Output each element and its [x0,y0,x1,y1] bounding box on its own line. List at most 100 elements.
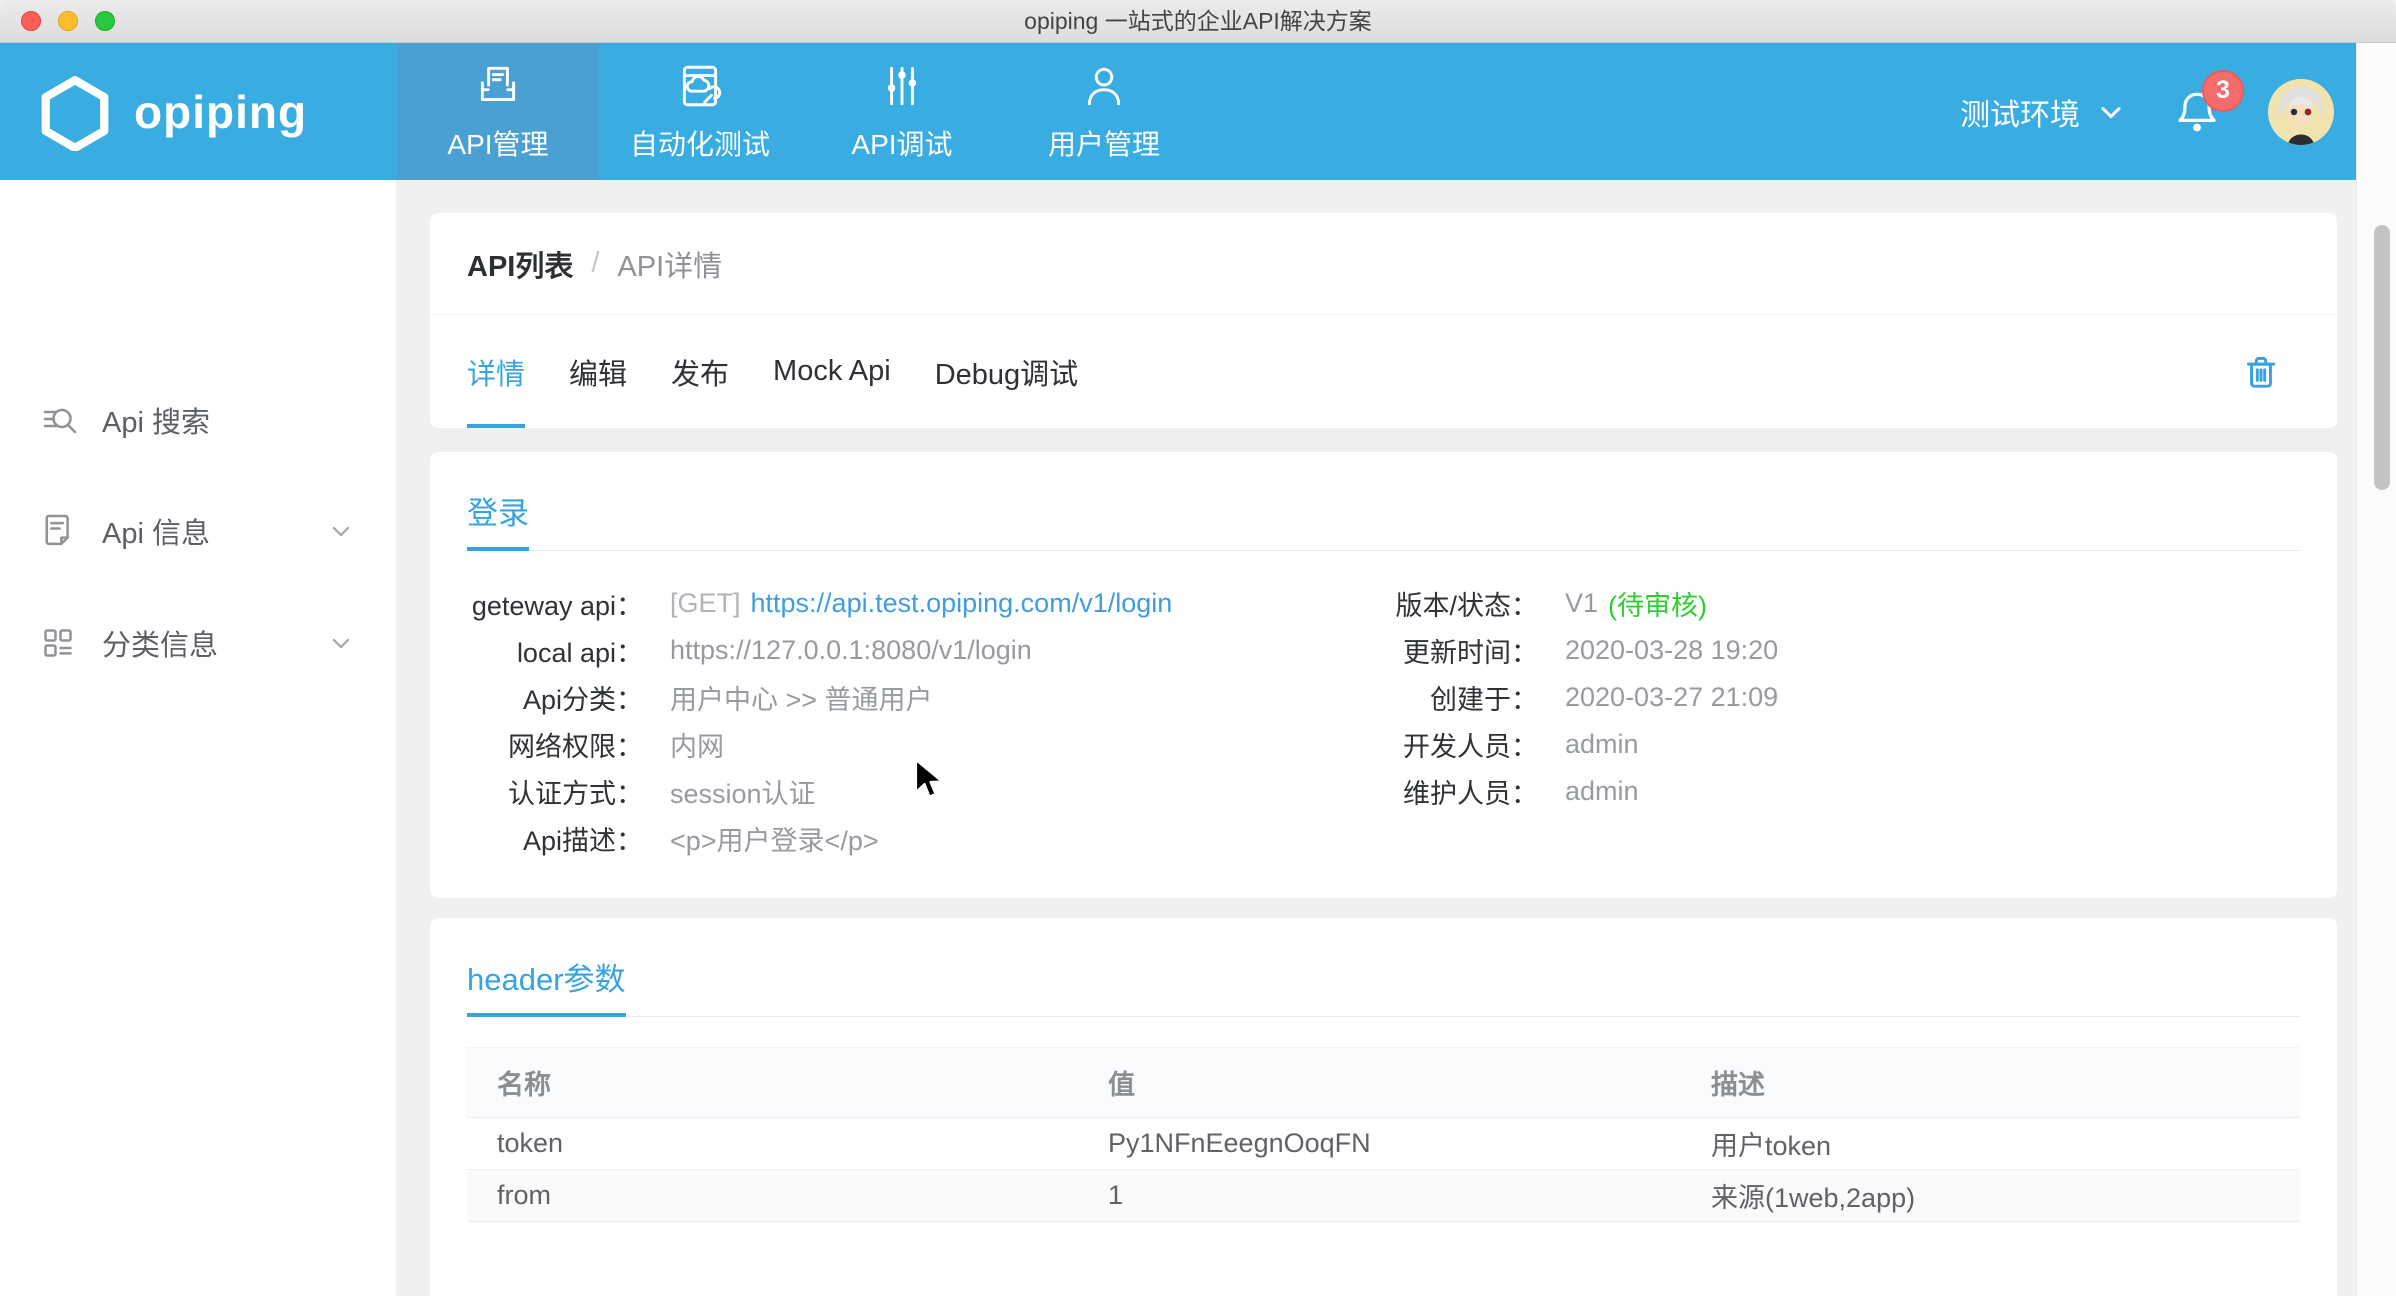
nav-item-auto-test[interactable]: 自动化测试 [599,43,801,180]
field-maintainer: 维护人员： admin [1320,768,1778,815]
field-local-api: local api： https://127.0.0.1:8080/v1/log… [467,627,1172,674]
table-header-row: 名称 值 描述 [467,1048,2300,1118]
table-row: from 1 来源(1web,2app) [467,1170,2300,1222]
tab-edit[interactable]: 编辑 [569,315,627,428]
api-manage-icon [473,61,523,111]
detail-fields-right: 版本/状态： V1 (待审核) 更新时间： 2020-03-28 19:20 创… [1320,580,1778,815]
api-detail-card: 登录 geteway api： [GET] https://api.test.op… [430,452,2337,898]
tab-mock-api[interactable]: Mock Api [773,315,891,428]
http-method: [GET] [670,588,741,618]
field-version-status: 版本/状态： V1 (待审核) [1320,580,1778,627]
field-label: 更新时间： [1320,631,1538,670]
avatar[interactable] [2268,79,2334,145]
column-header-description: 描述 [1681,1048,2300,1118]
app-header: opiping API管理 [0,43,2396,180]
trash-icon [2240,351,2282,393]
field-label: 网络权限： [467,725,643,764]
param-description: 用户token [1681,1118,2300,1170]
header-params-card: header参数 名称 值 描述 token Py1NFnEeegnOoqFN … [430,918,2337,1296]
field-label: local api： [467,631,643,670]
field-value: https://127.0.0.1:8080/v1/login [670,635,1032,666]
api-search-icon [38,400,78,440]
tab-publish[interactable]: 发布 [671,315,729,428]
api-name-title: 登录 [467,488,529,533]
version-value: V1 [1565,588,1598,619]
param-name: token [467,1118,1078,1170]
main-content: API列表 / API详情 详情 编辑 发布 Mock Api Debug调试 [397,180,2356,1296]
logo-text: opiping [134,85,307,139]
sidebar-item-label: Api 信息 [102,510,210,552]
field-label: 维护人员： [1320,772,1538,811]
status-badge: (待审核) [1608,584,1707,623]
nav-label: API管理 [447,123,548,163]
app-window: opiping 一站式的企业API解决方案 opiping [0,0,2396,1296]
field-label: Api分类： [467,678,643,717]
field-label: geteway api： [467,584,643,623]
nav-label: 用户管理 [1048,123,1160,163]
env-label: 测试环境 [1960,90,2080,134]
top-nav: API管理 自动化测试 [397,43,1205,180]
nav-label: 自动化测试 [630,123,770,163]
param-value: 1 [1078,1170,1681,1222]
header-right: 测试环境 3 [1960,43,2334,180]
header-params-title: header参数 [467,954,626,999]
tab-debug[interactable]: Debug调试 [935,315,1078,428]
auto-test-icon [675,61,725,111]
api-debug-icon [877,61,927,111]
sidebar-item-label: 分类信息 [102,622,218,664]
detail-fields-left: geteway api： [GET] https://api.test.opipi… [467,580,1172,862]
nav-label: API调试 [851,123,952,163]
section-head: 登录 [467,488,2300,551]
breadcrumb-api-detail: API详情 [617,243,722,285]
field-value: session认证 [670,772,816,811]
sidebar-item-category-info[interactable]: 分类信息 [0,612,396,674]
api-info-icon [38,511,78,551]
nav-item-api-debug[interactable]: API调试 [801,43,1003,180]
sidebar-item-label: Api 搜索 [102,399,210,441]
field-api-description: Api描述： <p>用户登录</p> [467,815,1172,862]
field-api-category: Api分类： 用户中心 >> 普通用户 [467,674,1172,721]
breadcrumb: API列表 / API详情 [430,213,2337,314]
column-header-name: 名称 [467,1048,1078,1118]
field-label: 开发人员： [1320,725,1538,764]
sidebar-item-api-search[interactable]: Api 搜索 [0,389,396,451]
breadcrumb-api-list[interactable]: API列表 [467,243,573,285]
field-label: Api描述： [467,819,643,858]
header-params-table: 名称 值 描述 token Py1NFnEeegnOoqFN 用户token f… [467,1047,2300,1222]
field-value: <p>用户登录</p> [670,819,879,858]
brand-logo[interactable]: opiping [36,43,307,180]
field-value: admin [1565,729,1639,760]
nav-item-api-manage[interactable]: API管理 [397,43,599,180]
tab-detail[interactable]: 详情 [467,315,525,428]
sidebar: Api 搜索 Api 信息 [0,180,397,1296]
scrollbar-thumb[interactable] [2374,225,2390,490]
nav-item-user-manage[interactable]: 用户管理 [1003,43,1205,180]
param-description: 来源(1web,2app) [1681,1170,2300,1222]
field-label: 版本/状态： [1320,584,1538,623]
param-name: from [467,1170,1078,1222]
table-row: token Py1NFnEeegnOoqFN 用户token [467,1118,2300,1170]
category-icon [38,623,78,663]
field-label: 创建于： [1320,678,1538,717]
field-update-time: 更新时间： 2020-03-28 19:20 [1320,627,1778,674]
notifications-button[interactable]: 3 [2174,86,2220,138]
gateway-api-link[interactable]: https://api.test.opiping.com/v1/login [751,588,1173,618]
chevron-down-icon [2096,97,2126,127]
field-gateway-api: geteway api： [GET] https://api.test.opipi… [467,580,1172,627]
macos-titlebar: opiping 一站式的企业API解决方案 [0,0,2396,43]
field-label: 认证方式： [467,772,643,811]
window-title: opiping 一站式的企业API解决方案 [0,0,2396,43]
notification-badge: 3 [2202,70,2244,112]
env-selector[interactable]: 测试环境 [1960,90,2126,134]
chevron-down-icon [328,630,354,656]
field-developer: 开发人员： admin [1320,721,1778,768]
logo-icon [36,73,114,151]
scrollbar-track [2356,43,2396,1296]
breadcrumb-separator: / [591,247,599,280]
section-head: header参数 [467,954,2300,1017]
field-auth-method: 认证方式： session认证 [467,768,1172,815]
delete-api-button[interactable] [2240,351,2282,393]
sidebar-item-api-info[interactable]: Api 信息 [0,500,396,562]
column-header-value: 值 [1078,1048,1681,1118]
field-value: 2020-03-28 19:20 [1565,635,1778,666]
